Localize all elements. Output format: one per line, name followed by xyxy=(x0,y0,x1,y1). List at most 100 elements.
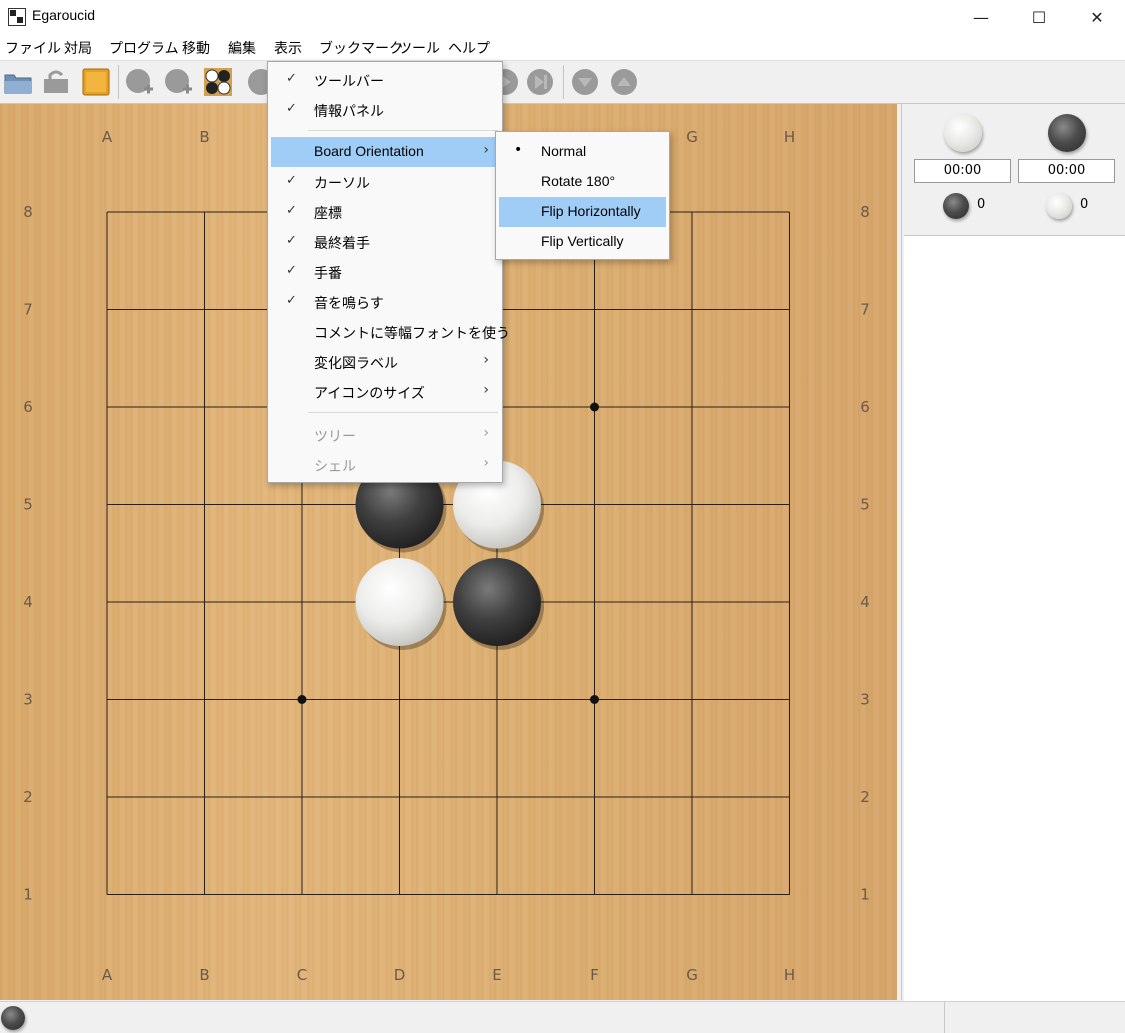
toolbar-separator xyxy=(563,65,564,99)
turn-indicator-stone-icon xyxy=(1,1006,25,1030)
column-label-bottom: B xyxy=(199,966,209,984)
info-panel: 00:00 00:00 0 0 xyxy=(902,104,1125,234)
close-button[interactable]: ✕ xyxy=(1068,0,1125,34)
check-icon: ✓ xyxy=(286,71,297,86)
row-label-right: 5 xyxy=(860,496,870,514)
row-label-right: 3 xyxy=(860,691,870,709)
menu-separator xyxy=(308,412,498,413)
menu-item-board-orientation[interactable]: Board Orientation › xyxy=(271,137,499,167)
menu-item-label: 最終着手 xyxy=(314,236,370,252)
row-label-right: 6 xyxy=(860,398,870,416)
chevron-right-icon: › xyxy=(483,382,489,398)
board-orientation-submenu: • Normal Rotate 180° Flip Horizontally F… xyxy=(495,131,670,260)
menu-item-label: Flip Horizontally xyxy=(541,203,641,219)
orientation-flip-vertically[interactable]: Flip Vertically xyxy=(499,227,666,257)
row-label-right: 1 xyxy=(860,886,870,904)
menu-file[interactable]: ファイル xyxy=(5,38,61,58)
menu-item-label: 手番 xyxy=(314,266,342,282)
star-point xyxy=(297,695,307,704)
menu-help[interactable]: ヘルプ xyxy=(448,38,490,58)
menu-bar: ファイル 対局 プログラム 移動 編集 表示 ブックマーク ツール ヘルプ xyxy=(0,34,1125,61)
column-label-top: H xyxy=(784,128,795,146)
pattern-icon[interactable] xyxy=(203,67,233,97)
row-label-right: 7 xyxy=(860,301,870,319)
menu-item-label: 座標 xyxy=(314,206,342,222)
menu-view[interactable]: 表示 xyxy=(274,38,302,58)
menu-item-move-number[interactable]: ✓ 手番 xyxy=(271,257,499,287)
column-label-bottom: E xyxy=(492,966,501,984)
menu-item-coordinates[interactable]: ✓ 座標 xyxy=(271,197,499,227)
open-web-icon[interactable] xyxy=(41,67,71,97)
white-player-stone-icon xyxy=(944,114,982,152)
check-icon: ✓ xyxy=(286,293,297,308)
app-logo-icon xyxy=(8,8,26,26)
menu-item-label: Flip Vertically xyxy=(541,233,624,249)
status-bar xyxy=(0,1001,1125,1033)
menu-item-label: アイコンのサイズ xyxy=(314,386,425,402)
black-timer: 00:00 xyxy=(1018,159,1115,183)
menu-item-label: シェル xyxy=(314,459,356,475)
orientation-rotate-180[interactable]: Rotate 180° xyxy=(499,167,666,197)
menu-program[interactable]: プログラム xyxy=(109,38,179,58)
check-icon: ✓ xyxy=(286,263,297,278)
engine-icon[interactable] xyxy=(81,67,111,97)
menu-item-variation-label[interactable]: 変化図ラベル › xyxy=(271,347,499,377)
menu-item-label: Rotate 180° xyxy=(541,173,616,189)
menu-item-toolbar[interactable]: ✓ ツールバー xyxy=(271,65,499,95)
check-icon: ✓ xyxy=(286,233,297,248)
open-folder-icon[interactable] xyxy=(3,67,33,97)
orientation-flip-horizontally[interactable]: Flip Horizontally xyxy=(499,197,666,227)
row-label-left: 8 xyxy=(23,203,33,221)
menu-item-sound[interactable]: ✓ 音を鳴らす xyxy=(271,287,499,317)
column-label-bottom: G xyxy=(686,966,698,984)
menu-tools[interactable]: ツール xyxy=(398,38,440,58)
menu-item-label: Board Orientation xyxy=(314,143,424,159)
comment-area[interactable] xyxy=(904,235,1125,1001)
menu-move[interactable]: 移動 xyxy=(182,38,210,58)
menu-item-monospace-comment[interactable]: コメントに等幅フォントを使う xyxy=(271,317,510,347)
menu-item-label: 情報パネル xyxy=(314,104,384,120)
row-label-right: 4 xyxy=(860,593,870,611)
menu-item-label: Normal xyxy=(541,143,587,159)
down-icon[interactable] xyxy=(570,67,600,97)
chevron-right-icon: › xyxy=(483,425,489,441)
row-label-left: 1 xyxy=(23,886,33,904)
chevron-right-icon: › xyxy=(483,142,489,158)
menu-game[interactable]: 対局 xyxy=(64,38,92,58)
row-label-left: 5 xyxy=(23,496,33,514)
star-point xyxy=(590,695,599,704)
menu-item-tree: ツリー › xyxy=(271,420,499,450)
maximize-button[interactable]: ☐ xyxy=(1010,0,1068,34)
menu-item-icon-size[interactable]: アイコンのサイズ › xyxy=(271,377,499,407)
white-count-stone-icon xyxy=(1046,193,1072,219)
menu-edit[interactable]: 編集 xyxy=(228,38,256,58)
last-move-icon[interactable] xyxy=(525,67,555,97)
orientation-normal[interactable]: • Normal xyxy=(499,137,666,167)
menu-item-last-move[interactable]: ✓ 最終着手 xyxy=(271,227,499,257)
chevron-right-icon: › xyxy=(483,455,489,471)
menu-separator xyxy=(308,130,498,131)
menu-bookmark[interactable]: ブックマーク xyxy=(319,38,403,58)
column-label-top: G xyxy=(686,128,698,146)
black-player-stone-icon xyxy=(1048,114,1086,152)
add-white-stone-icon[interactable] xyxy=(124,67,154,97)
window-title: Egaroucid xyxy=(32,7,96,23)
menu-item-label: カーソル xyxy=(314,176,370,192)
column-label-bottom: A xyxy=(102,966,113,984)
white-count: 0 xyxy=(1080,197,1089,212)
menu-item-label: コメントに等幅フォントを使う xyxy=(314,326,510,342)
check-icon: ✓ xyxy=(286,203,297,218)
menu-item-info-panel[interactable]: ✓ 情報パネル xyxy=(271,95,499,125)
chevron-right-icon: › xyxy=(483,352,489,368)
menu-item-cursor[interactable]: ✓ カーソル xyxy=(271,167,499,197)
row-label-left: 2 xyxy=(23,788,33,806)
title-bar: Egaroucid — ☐ ✕ xyxy=(0,0,1125,34)
row-label-left: 3 xyxy=(23,691,33,709)
menu-item-label: 音を鳴らす xyxy=(314,296,384,312)
up-icon[interactable] xyxy=(609,67,639,97)
toolbar xyxy=(0,61,1125,104)
column-label-top: B xyxy=(199,128,209,146)
add-black-stone-icon[interactable] xyxy=(163,67,193,97)
menu-item-label: 変化図ラベル xyxy=(314,356,398,372)
minimize-button[interactable]: — xyxy=(952,0,1010,34)
